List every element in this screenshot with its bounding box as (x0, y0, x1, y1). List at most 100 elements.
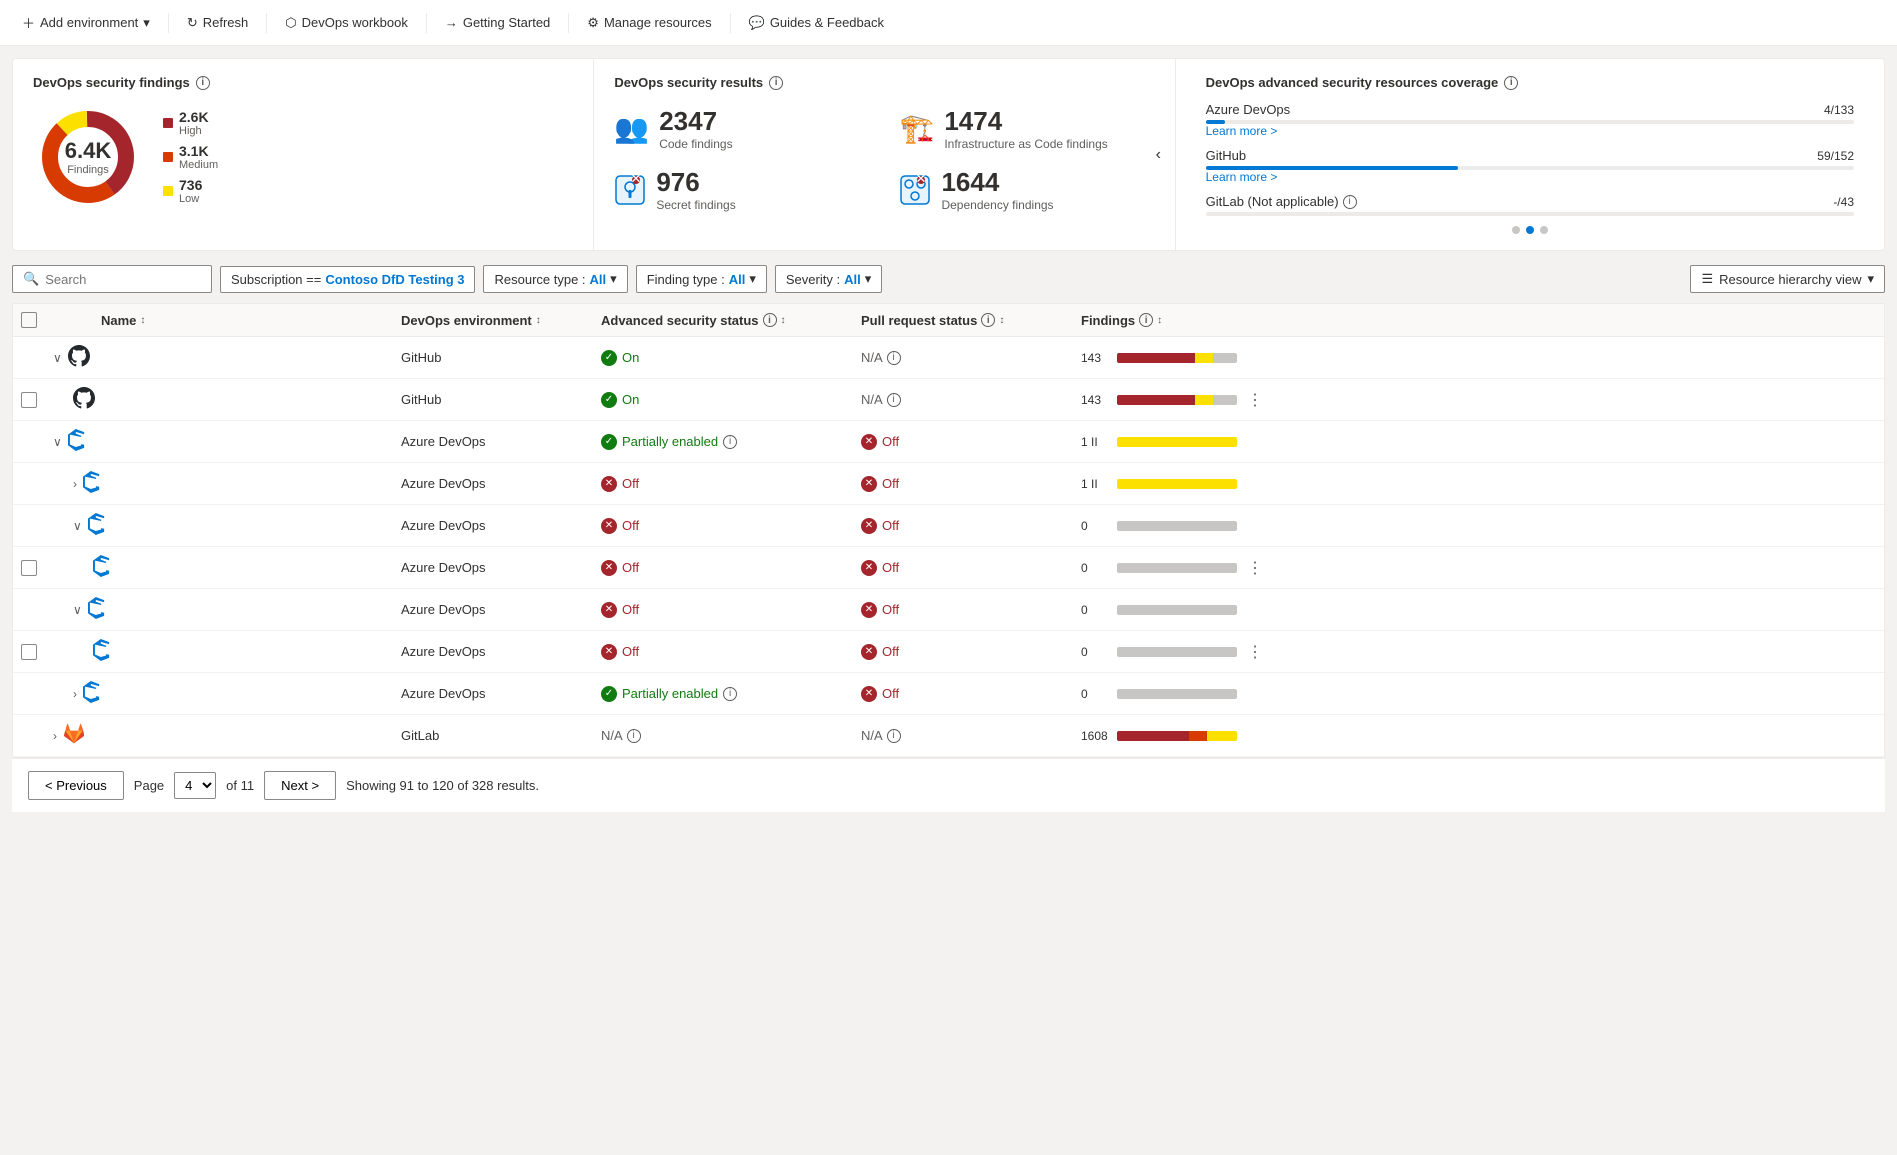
toolbar-divider-4 (568, 13, 569, 33)
collapse-button[interactable]: ∨ (73, 600, 82, 620)
td-security: ✓On (593, 350, 853, 366)
table-row: Azure DevOps ✕Off ✕Off 0 ⋮ (13, 547, 1884, 589)
pr-na-icon[interactable]: i (887, 729, 901, 743)
collapse-button[interactable]: ∨ (73, 516, 82, 536)
row-menu-button[interactable]: ⋮ (1243, 558, 1267, 578)
row-checkbox[interactable] (21, 392, 37, 408)
row-icon (63, 723, 85, 748)
guides-feedback-button[interactable]: 💬 Guides & Feedback (739, 9, 894, 37)
add-environment-button[interactable]: ＋ Add environment ▾ (12, 7, 160, 38)
arrow-icon: → (445, 15, 458, 30)
table-row: ∨ GitHub ✓On N/Ai 143 (13, 337, 1884, 379)
expand-button[interactable]: › (73, 474, 77, 494)
td-expand (53, 639, 101, 664)
results-info-icon[interactable]: i (769, 76, 783, 90)
security-sort-icon[interactable]: ↕ (781, 315, 786, 326)
bar-yellow (1117, 479, 1237, 489)
results-card: DevOps security results i 👥 2347 Code fi… (594, 59, 1175, 250)
td-findings: 1608 (1073, 729, 1293, 743)
td-pr: ✕Off (853, 434, 1073, 450)
partial-status-icon: ✓ (601, 686, 617, 702)
chevron-down-icon: ▾ (143, 15, 150, 31)
gitlab-coverage-row: GitLab (Not applicable) i -/43 (1206, 194, 1854, 209)
pr-na-icon[interactable]: i (887, 393, 901, 407)
table-row: › Azure DevOps ✕Off ✕Off 1 II (13, 463, 1884, 505)
security-col-info[interactable]: i (763, 313, 777, 327)
findings-bar (1117, 689, 1237, 699)
svg-text:✕: ✕ (631, 174, 642, 186)
dep-icon: ✕ (899, 174, 931, 206)
hierarchy-view-button[interactable]: ☰ Resource hierarchy view ▾ (1690, 265, 1885, 293)
table-container: Name ↕ DevOps environment ↕ Advanced sec… (12, 303, 1885, 758)
select-all-checkbox[interactable] (21, 312, 37, 328)
search-input[interactable] (45, 272, 201, 287)
devops-workbook-button[interactable]: ⬡ DevOps workbook (275, 9, 418, 37)
td-findings: 1 II (1073, 435, 1293, 449)
showing-text: Showing 91 to 120 of 328 results. (346, 778, 539, 793)
td-devops: Azure DevOps (393, 644, 593, 659)
subscription-filter[interactable]: Subscription == Contoso DfD Testing 3 (220, 266, 475, 293)
na-info-icon[interactable]: i (627, 729, 641, 743)
partial-info-icon[interactable]: i (723, 687, 737, 701)
devops-sort-icon[interactable]: ↕ (536, 315, 541, 326)
coverage-prev-button[interactable]: ‹ (1156, 146, 1161, 164)
partial-info-icon[interactable]: i (723, 435, 737, 449)
legend-low-dot (163, 186, 173, 196)
findings-sort-icon[interactable]: ↕ (1157, 315, 1162, 326)
row-checkbox[interactable] (21, 644, 37, 660)
td-checkbox (13, 392, 53, 408)
row-checkbox[interactable] (21, 560, 37, 576)
td-devops: Azure DevOps (393, 686, 593, 701)
findings-col-info[interactable]: i (1139, 313, 1153, 327)
th-findings: Findings i ↕ (1073, 313, 1293, 328)
search-box[interactable]: 🔍 (12, 265, 212, 293)
collapse-button[interactable]: ∨ (53, 348, 62, 368)
refresh-button[interactable]: ↻ Refresh (177, 9, 258, 37)
next-button[interactable]: Next > (264, 771, 336, 800)
filter-bar: 🔍 Subscription == Contoso DfD Testing 3 … (12, 265, 1885, 293)
name-sort-icon[interactable]: ↕ (140, 315, 145, 326)
previous-button[interactable]: < Previous (28, 771, 124, 800)
bar-gray (1117, 605, 1237, 615)
resource-type-filter[interactable]: Resource type : All ▾ (483, 265, 627, 293)
td-devops: GitHub (393, 350, 593, 365)
bar-gray (1117, 521, 1237, 531)
severity-filter[interactable]: Severity : All ▾ (775, 265, 882, 293)
pr-na-icon[interactable]: i (887, 351, 901, 365)
bar-gray (1213, 395, 1237, 405)
finding-type-filter[interactable]: Finding type : All ▾ (636, 265, 767, 293)
findings-info-icon[interactable]: i (196, 76, 210, 90)
bar-orange (1189, 731, 1207, 741)
coverage-info-icon[interactable]: i (1504, 76, 1518, 90)
github-learn-more[interactable]: Learn more > (1206, 170, 1854, 184)
bar-gray (1117, 647, 1237, 657)
manage-resources-button[interactable]: ⚙ Manage resources (577, 9, 721, 37)
td-security: ✕Off (593, 644, 853, 660)
getting-started-button[interactable]: → Getting Started (435, 9, 560, 36)
row-menu-button[interactable]: ⋮ (1243, 642, 1267, 662)
gitlab-info-icon[interactable]: i (1343, 195, 1357, 209)
pr-col-info[interactable]: i (981, 313, 995, 327)
gitlab-bar-bg (1206, 212, 1854, 216)
expand-button[interactable]: › (73, 684, 77, 704)
findings-card: DevOps security findings i (13, 59, 594, 250)
expand-button[interactable]: › (53, 726, 57, 746)
collapse-button[interactable]: ∨ (53, 432, 62, 452)
td-findings: 0 ⋮ (1073, 558, 1293, 578)
azure-devops-learn-more[interactable]: Learn more > (1206, 124, 1854, 138)
legend-medium: 3.1K Medium (163, 143, 218, 171)
table-header: Name ↕ DevOps environment ↕ Advanced sec… (13, 304, 1884, 337)
pr-sort-icon[interactable]: ↕ (999, 315, 1004, 326)
findings-number: 0 (1081, 645, 1111, 659)
secret-icon: ✕ (614, 174, 646, 206)
page-select[interactable]: 4 (174, 772, 216, 799)
github-coverage-row: GitHub 59/152 (1206, 148, 1854, 163)
td-findings: 1 II (1073, 477, 1293, 491)
findings-card-title: DevOps security findings i (33, 75, 573, 90)
td-devops: Azure DevOps (393, 560, 593, 575)
row-menu-button[interactable]: ⋮ (1243, 390, 1267, 410)
hierarchy-icon: ☰ (1701, 271, 1713, 287)
results-card-title: DevOps security results i (614, 75, 1154, 90)
refresh-icon: ↻ (187, 15, 198, 31)
findings-bar (1117, 605, 1237, 615)
